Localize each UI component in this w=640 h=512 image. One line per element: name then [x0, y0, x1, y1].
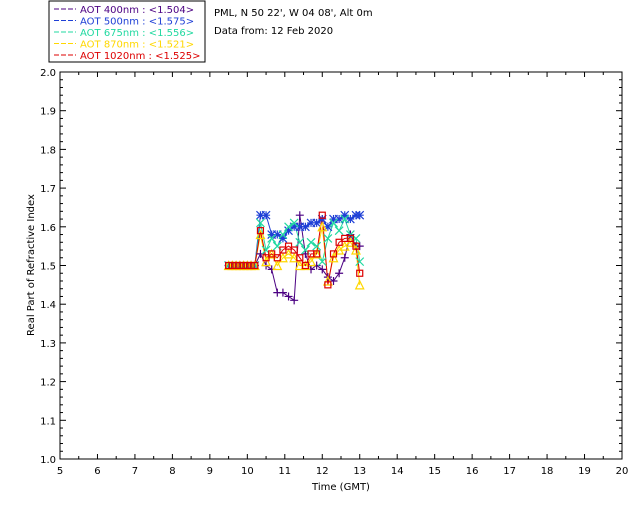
data-point [295, 211, 304, 220]
legend-label: AOT 1020nm : <1.525> [80, 51, 200, 62]
legend-label: AOT 675nm : <1.556> [80, 28, 194, 39]
x-tick-label: 7 [132, 466, 138, 477]
chart-canvas: AOT 400nm : <1.504>AOT 500nm : <1.575>AO… [26, 0, 629, 493]
date-label: Data from: 12 Feb 2020 [214, 26, 333, 37]
data-point [323, 233, 333, 243]
data-point [317, 257, 327, 267]
data-point [284, 226, 293, 236]
data-point [278, 233, 288, 243]
data-point [295, 237, 305, 247]
legend-label: AOT 400nm : <1.504> [80, 5, 194, 16]
y-tick-label: 1.9 [40, 107, 56, 118]
x-tick-label: 11 [278, 466, 291, 477]
x-tick-label: 19 [578, 466, 591, 477]
x-axis-label: Time (GMT) [311, 482, 370, 493]
x-tick-label: 8 [169, 466, 175, 477]
data-point [261, 210, 271, 220]
x-tick-label: 6 [94, 466, 100, 477]
data-point [290, 296, 299, 305]
y-tick-label: 1.2 [40, 378, 56, 389]
y-tick-label: 1.6 [40, 223, 56, 234]
data-point [278, 288, 287, 297]
data-point [340, 253, 349, 262]
series-line [228, 226, 361, 285]
x-tick-label: 15 [428, 466, 441, 477]
x-tick-label: 13 [353, 466, 366, 477]
data-point [318, 265, 327, 274]
x-tick-label: 10 [241, 466, 254, 477]
legend-label: AOT 500nm : <1.575> [80, 17, 194, 28]
data-point [306, 237, 316, 247]
y-tick-label: 1.7 [40, 184, 56, 195]
data-point [334, 226, 344, 236]
x-tick-label: 12 [316, 466, 329, 477]
y-axis-label: Real Part of Refractive Index [26, 194, 37, 336]
y-tick-label: 1.5 [40, 262, 56, 273]
x-tick-label: 18 [541, 466, 554, 477]
x-tick-label: 16 [466, 466, 479, 477]
y-tick-label: 1.4 [40, 300, 56, 311]
y-tick-label: 2.0 [40, 68, 56, 79]
x-tick-label: 9 [207, 466, 213, 477]
data-point [340, 210, 350, 220]
x-tick-label: 17 [503, 466, 516, 477]
data-point [284, 292, 293, 301]
y-tick-label: 1.1 [40, 416, 56, 427]
plot-frame [59, 71, 623, 460]
y-tick-label: 1.3 [40, 339, 56, 350]
site-label: PML, N 50 22', W 04 08', Alt 0m [214, 8, 373, 19]
legend-label: AOT 870nm : <1.521> [80, 40, 194, 51]
y-tick-label: 1.8 [40, 145, 56, 156]
x-tick-label: 14 [391, 466, 404, 477]
x-tick-label: 5 [57, 466, 63, 477]
series-markers-group [224, 210, 365, 270]
legend: AOT 400nm : <1.504>AOT 500nm : <1.575>AO… [48, 0, 206, 63]
x-tick-label: 20 [616, 466, 629, 477]
data-point [335, 269, 344, 278]
series-markers-group [223, 221, 365, 290]
data-point [355, 210, 365, 220]
data-point [312, 218, 322, 228]
y-tick-label: 1.0 [40, 455, 56, 466]
data-point [300, 222, 310, 232]
